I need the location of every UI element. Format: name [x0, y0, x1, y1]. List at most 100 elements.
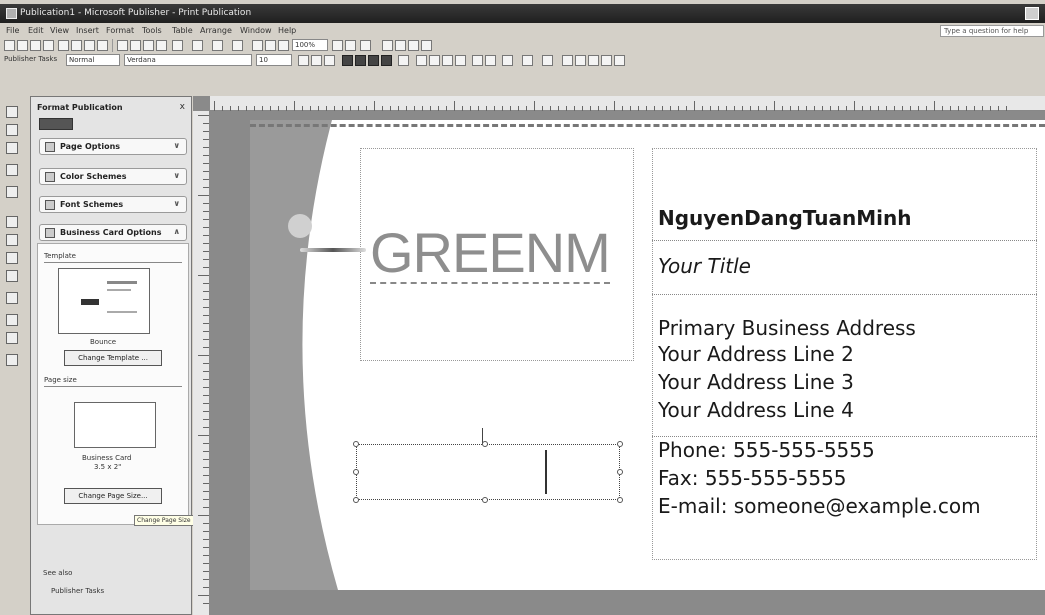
underline-icon[interactable] — [324, 55, 335, 66]
align-left-icon[interactable] — [342, 55, 353, 66]
help-icon[interactable] — [360, 40, 371, 51]
change-page-size-button[interactable]: Change Page Size... — [64, 488, 162, 504]
align-right-icon[interactable] — [368, 55, 379, 66]
section-business-card-options[interactable]: Business Card Options ∧ — [39, 224, 187, 241]
change-template-button[interactable]: Change Template ... — [64, 350, 162, 366]
address-line-3[interactable]: Your Address Line 3 — [658, 370, 854, 394]
print-preview-icon[interactable] — [71, 40, 82, 51]
fax-line[interactable]: Fax: 555-555-5555 — [658, 466, 847, 490]
menu-tools[interactable]: Tools — [142, 26, 162, 35]
mail-icon[interactable] — [43, 40, 54, 51]
format-painter-icon[interactable] — [156, 40, 167, 51]
resize-handle[interactable] — [482, 441, 488, 447]
horizontal-ruler[interactable] — [210, 96, 1045, 111]
chevron-up-icon[interactable]: ∧ — [174, 227, 181, 236]
picture-frame-icon[interactable] — [6, 186, 18, 198]
web-icon[interactable] — [408, 40, 419, 51]
resize-handle[interactable] — [617, 441, 623, 447]
menu-format[interactable]: Format — [106, 26, 134, 35]
publisher-tasks-button[interactable]: Publisher Tasks — [4, 55, 57, 63]
insert-table-icon[interactable] — [6, 142, 18, 154]
increase-indent-icon[interactable] — [455, 55, 466, 66]
font-color-icon[interactable] — [542, 55, 553, 66]
object-options-icon[interactable] — [6, 354, 18, 366]
arrow-icon[interactable] — [6, 234, 18, 246]
dash-style-icon[interactable] — [575, 55, 586, 66]
section-font-schemes[interactable]: Font Schemes ∨ — [39, 196, 187, 213]
zoom-select[interactable]: 100% — [292, 39, 328, 51]
template-thumbnail[interactable] — [58, 268, 150, 334]
menu-view[interactable]: View — [50, 26, 69, 35]
help-search-input[interactable]: Type a question for help — [940, 25, 1044, 37]
menu-window[interactable]: Window — [240, 26, 272, 35]
font-select[interactable]: Verdana — [124, 54, 252, 66]
italic-icon[interactable] — [311, 55, 322, 66]
decrease-indent-icon[interactable] — [442, 55, 453, 66]
publisher-tasks-link[interactable]: Publisher Tasks — [51, 587, 104, 595]
bold-icon[interactable] — [298, 55, 309, 66]
menu-help[interactable]: Help — [278, 26, 296, 35]
oval-icon[interactable] — [6, 252, 18, 264]
fill-color-icon[interactable] — [502, 55, 513, 66]
copy-icon[interactable] — [130, 40, 141, 51]
line-spacing-icon[interactable] — [398, 55, 409, 66]
print-icon[interactable] — [58, 40, 69, 51]
address-line-2[interactable]: Your Address Line 2 — [658, 342, 854, 366]
menu-edit[interactable]: Edit — [28, 26, 44, 35]
line-icon[interactable] — [6, 216, 18, 228]
menu-table[interactable]: Table — [172, 26, 193, 35]
menu-insert[interactable]: Insert — [76, 26, 99, 35]
font-size-select[interactable]: 10 — [256, 54, 292, 66]
decrease-font-icon[interactable] — [485, 55, 496, 66]
redo-icon[interactable] — [192, 40, 203, 51]
resize-handle[interactable] — [353, 441, 359, 447]
selected-text-box[interactable] — [356, 444, 620, 500]
columns-icon[interactable] — [265, 40, 276, 51]
phone-line[interactable]: Phone: 555-555-5555 — [658, 438, 875, 462]
save-icon[interactable] — [30, 40, 41, 51]
hyperlink-icon[interactable] — [252, 40, 263, 51]
chevron-down-icon[interactable]: ∨ — [174, 171, 181, 180]
chevron-down-icon[interactable]: ∨ — [174, 141, 181, 150]
email-line[interactable]: E-mail: someone@example.com — [658, 494, 981, 518]
line-style-icon[interactable] — [562, 55, 573, 66]
numbering-icon[interactable] — [416, 55, 427, 66]
pane-navigation-buttons[interactable] — [39, 118, 73, 130]
justify-icon[interactable] — [381, 55, 392, 66]
shadow-style-icon[interactable] — [601, 55, 612, 66]
section-page-options[interactable]: Page Options ∨ — [39, 138, 187, 155]
window-control-button[interactable] — [1025, 7, 1039, 20]
zoom-in-icon[interactable] — [345, 40, 356, 51]
close-icon[interactable]: x — [180, 102, 185, 112]
person-title[interactable]: Your Title — [658, 254, 751, 278]
new-icon[interactable] — [4, 40, 15, 51]
paste-icon[interactable] — [143, 40, 154, 51]
3d-style-icon[interactable] — [614, 55, 625, 66]
toolbar-options-icon[interactable] — [421, 40, 432, 51]
select-objects-icon[interactable] — [6, 106, 18, 118]
style-select[interactable]: Normal — [66, 54, 120, 66]
resize-handle[interactable] — [353, 469, 359, 475]
chevron-down-icon[interactable]: ∨ — [174, 199, 181, 208]
address-line-1[interactable]: Primary Business Address — [658, 316, 916, 340]
mail-merge-icon[interactable] — [382, 40, 393, 51]
resize-handle[interactable] — [617, 497, 623, 503]
resize-handle[interactable] — [482, 497, 488, 503]
line-color-icon[interactable] — [522, 55, 533, 66]
catalog-icon[interactable] — [395, 40, 406, 51]
address-line-4[interactable]: Your Address Line 4 — [658, 398, 854, 422]
section-color-schemes[interactable]: Color Schemes ∨ — [39, 168, 187, 185]
open-icon[interactable] — [17, 40, 28, 51]
person-name[interactable]: NguyenDangTuanMinh — [658, 206, 911, 230]
cut-icon[interactable] — [117, 40, 128, 51]
undo-icon[interactable] — [172, 40, 183, 51]
menu-arrange[interactable]: Arrange — [200, 26, 232, 35]
vertical-ruler[interactable] — [193, 111, 210, 615]
autoshapes-icon[interactable] — [6, 292, 18, 304]
bullets-icon[interactable] — [429, 55, 440, 66]
bring-to-front-icon[interactable] — [212, 40, 223, 51]
zoom-out-icon[interactable] — [332, 40, 343, 51]
logo-text[interactable]: GREENM — [370, 220, 611, 285]
rectangle-icon[interactable] — [6, 270, 18, 282]
design-gallery-icon[interactable] — [6, 332, 18, 344]
